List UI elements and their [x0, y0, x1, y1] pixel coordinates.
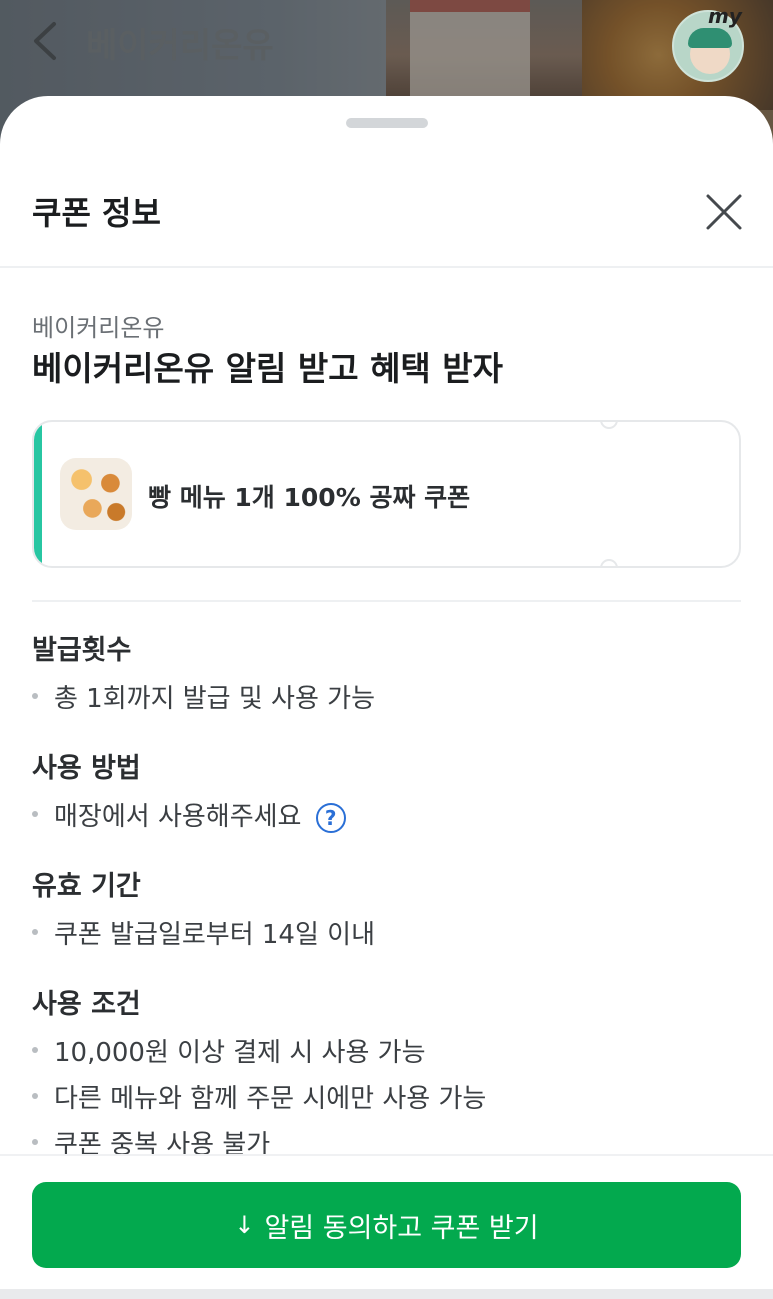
bullet-dot [32, 693, 38, 699]
coupon-notch-top [600, 422, 618, 429]
issue-count-section: 발급횟수 총 1회까지 발급 및 사용 가능 [32, 628, 375, 714]
bottom-action-bar: ↓ 알림 동의하고 쿠폰 받기 [0, 1154, 773, 1299]
list-item-text: 총 1회까지 발급 및 사용 가능 [54, 684, 375, 714]
header-divider [0, 266, 773, 268]
avatar-hair [688, 28, 732, 48]
bottom-edge [0, 1289, 773, 1299]
usage-method-section: 사용 방법 매장에서 사용해주세요 ? [32, 746, 346, 833]
cta-label: 알림 동의하고 쿠폰 받기 [264, 1212, 539, 1244]
coupon-title: 빵 메뉴 1개 100% 공짜 쿠폰 [148, 483, 471, 512]
usage-condition-section: 사용 조건 10,000원 이상 결제 시 사용 가능 다른 메뉴와 함께 주문… [32, 982, 486, 1160]
help-icon[interactable]: ? [315, 802, 346, 833]
store-title: 베이커리온유 [86, 26, 274, 66]
list-item-text: 매장에서 사용해주세요 [54, 802, 302, 832]
section-heading: 유효 기간 [32, 871, 141, 902]
coupon-thumbnail [60, 458, 132, 530]
coupon-card: 빵 메뉴 1개 100% 공짜 쿠폰 [32, 420, 741, 568]
list-item: 쿠폰 발급일로부터 14일 이내 [32, 914, 375, 950]
bullet-dot [32, 1093, 38, 1099]
sheet-drag-handle[interactable] [346, 118, 428, 128]
coupon-accent-bar [34, 422, 42, 566]
coupon-bottom-sheet: 쿠폰 정보 베이커리온유 베이커리온유 알림 받고 혜택 받자 빵 메뉴 1개 … [0, 96, 773, 1299]
coupon-notch-bottom [600, 559, 618, 566]
my-label: my [708, 4, 742, 28]
bullet-dot [32, 929, 38, 935]
back-arrow-icon[interactable] [26, 16, 66, 66]
section-heading: 발급횟수 [32, 635, 132, 666]
list-item: 다른 메뉴와 함께 주문 시에만 사용 가능 [32, 1078, 486, 1114]
list-item: 매장에서 사용해주세요 ? [32, 796, 346, 833]
bullet-dot [32, 1047, 38, 1053]
section-divider [32, 600, 741, 602]
list-item-text: 10,000원 이상 결제 시 사용 가능 [54, 1038, 426, 1068]
list-item: 총 1회까지 발급 및 사용 가능 [32, 678, 375, 714]
get-coupon-button[interactable]: ↓ 알림 동의하고 쿠폰 받기 [32, 1182, 741, 1268]
section-heading: 사용 방법 [32, 753, 141, 784]
download-icon: ↓ [234, 1211, 255, 1239]
list-item-text: 다른 메뉴와 함께 주문 시에만 사용 가능 [54, 1084, 487, 1114]
sheet-title: 쿠폰 정보 [32, 194, 161, 232]
section-heading: 사용 조건 [32, 989, 141, 1020]
promo-title: 베이커리온유 알림 받고 혜택 받자 [32, 349, 503, 388]
bullet-dot [32, 1139, 38, 1145]
list-item: 10,000원 이상 결제 시 사용 가능 [32, 1032, 486, 1068]
list-item-text: 쿠폰 발급일로부터 14일 이내 [54, 920, 375, 950]
close-icon[interactable] [700, 188, 748, 236]
bullet-dot [32, 811, 38, 817]
brand-name: 베이커리온유 [32, 314, 165, 342]
validity-section: 유효 기간 쿠폰 발급일로부터 14일 이내 [32, 864, 375, 950]
